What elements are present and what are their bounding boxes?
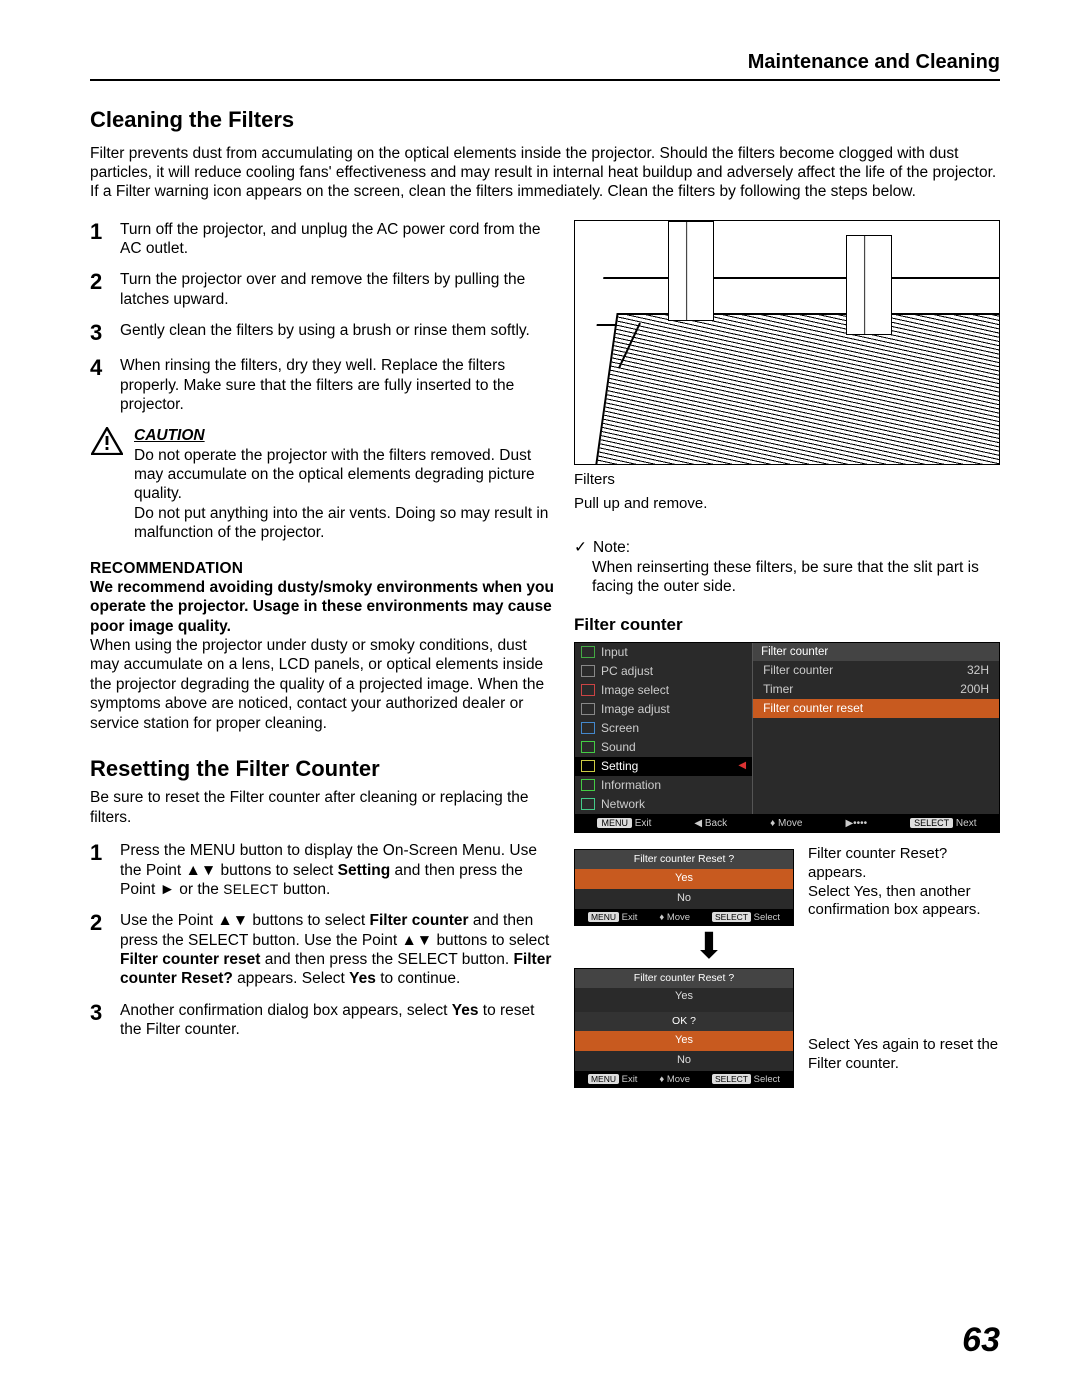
caution-text-2: Do not put anything into the air vents. … xyxy=(134,504,556,543)
osd-menu-image-select: Image select xyxy=(575,681,752,700)
note-block: ✓ Note: When reinserting these filters, … xyxy=(574,538,1000,596)
reset-step-2-num: 2 xyxy=(90,911,108,989)
step-4-num: 4 xyxy=(90,356,108,414)
caution-text-1: Do not operate the projector with the fi… xyxy=(134,446,556,504)
checkmark-icon: ✓ xyxy=(574,538,587,557)
dialog1-caption: Filter counter Reset? appears. Select Ye… xyxy=(808,845,1000,920)
osd-menu-setting: Setting◀ xyxy=(575,757,752,776)
reset-step-2: 2 Use the Point ▲▼ buttons to select Fil… xyxy=(90,911,556,989)
osd-item-timer: Timer200H xyxy=(753,680,999,699)
step-3-num: 3 xyxy=(90,321,108,344)
reset-step-1-text: Press the MENU button to display the On-… xyxy=(120,841,556,899)
caution-label: CAUTION xyxy=(134,426,556,445)
filter-illustration-1 xyxy=(668,221,714,321)
recommendation-bold: We recommend avoiding dusty/smoky enviro… xyxy=(90,578,556,636)
dialog2-yes-line: Yes xyxy=(575,988,793,1006)
osd-menu-screen: Screen xyxy=(575,719,752,738)
osd-menu-pc-adjust: PC adjust xyxy=(575,662,752,681)
step-4-text: When rinsing the filters, dry they well.… xyxy=(120,356,556,414)
recommendation-label: RECOMMENDATION xyxy=(90,559,556,578)
osd-selected-arrow-icon: ◀ xyxy=(738,760,746,773)
osd-menu-input: Input xyxy=(575,643,752,662)
reset-step-3: 3 Another confirmation dialog box appear… xyxy=(90,1001,556,1040)
dialog2-ok-title: OK ? xyxy=(575,1012,793,1031)
recommendation-text: When using the projector under dusty or … xyxy=(90,636,556,733)
figure-projector-filters xyxy=(574,220,1000,465)
dialog1-footer: MENU Exit ♦ Move SELECT Select xyxy=(574,910,794,926)
step-1-text: Turn off the projector, and unplug the A… xyxy=(120,220,556,259)
figure-caption-filters: Filters xyxy=(574,471,1000,490)
reset-intro: Be sure to reset the Filter counter afte… xyxy=(90,788,556,827)
reset-step-2-text: Use the Point ▲▼ buttons to select Filte… xyxy=(120,911,556,989)
step-3-text: Gently clean the filters by using a brus… xyxy=(120,321,556,344)
step-2-text: Turn the projector over and remove the f… xyxy=(120,270,556,309)
osd-item-filter-counter: Filter counter32H xyxy=(753,661,999,680)
dialog-filter-counter-reset-1: Filter counter Reset ? Yes No xyxy=(574,849,794,910)
caution-block: CAUTION Do not operate the projector wit… xyxy=(90,426,556,542)
dialog2-no: No xyxy=(575,1051,793,1071)
step-4: 4 When rinsing the filters, dry they wel… xyxy=(90,356,556,414)
step-2: 2 Turn the projector over and remove the… xyxy=(90,270,556,309)
step-1: 1 Turn off the projector, and unplug the… xyxy=(90,220,556,259)
breadcrumb: Maintenance and Cleaning xyxy=(90,50,1000,81)
dialog-filter-counter-reset-2: Filter counter Reset ? Yes OK ? Yes No xyxy=(574,968,794,1072)
warning-icon xyxy=(90,426,124,456)
dialog2-yes: Yes xyxy=(575,1031,793,1051)
cleaning-intro: Filter prevents dust from accumulating o… xyxy=(90,144,1000,202)
note-text: When reinserting these filters, be sure … xyxy=(574,558,1000,597)
step-3: 3 Gently clean the filters by using a br… xyxy=(90,321,556,344)
reset-step-1: 1 Press the MENU button to display the O… xyxy=(90,841,556,899)
osd-footer: MENU Exit ◀ Back ♦ Move ▶•••• SELECT Nex… xyxy=(574,815,1000,834)
reset-step-3-text: Another confirmation dialog box appears,… xyxy=(120,1001,556,1040)
arrow-down-icon: ⬇ xyxy=(624,932,794,961)
note-label: Note: xyxy=(593,538,630,557)
subhead-filter-counter: Filter counter xyxy=(574,614,1000,635)
osd-menu-image-adjust: Image adjust xyxy=(575,700,752,719)
step-2-num: 2 xyxy=(90,270,108,309)
step-1-num: 1 xyxy=(90,220,108,259)
osd-menu-network: Network xyxy=(575,795,752,814)
osd-screenshot-filter-counter: Input PC adjust Image select Image adjus… xyxy=(574,642,1000,834)
figure-caption-pull: Pull up and remove. xyxy=(574,495,1000,514)
page-number: 63 xyxy=(962,1319,1000,1362)
dialog1-yes: Yes xyxy=(575,869,793,889)
dialog2-caption: Select Yes again to reset the Filter cou… xyxy=(808,1036,1000,1074)
heading-cleaning-filters: Cleaning the Filters xyxy=(90,106,1000,134)
osd-menu-information: Information xyxy=(575,776,752,795)
osd-panel-title: Filter counter xyxy=(753,643,999,661)
dialog2-footer: MENU Exit ♦ Move SELECT Select xyxy=(574,1072,794,1088)
dialog2-title: Filter counter Reset ? xyxy=(575,969,793,988)
filter-illustration-2 xyxy=(846,235,892,335)
heading-resetting-filter-counter: Resetting the Filter Counter xyxy=(90,755,556,783)
osd-item-filter-counter-reset: Filter counter reset xyxy=(753,699,999,718)
osd-menu-sound: Sound xyxy=(575,738,752,757)
dialog1-title: Filter counter Reset ? xyxy=(575,850,793,869)
dialog1-no: No xyxy=(575,889,793,909)
reset-step-1-num: 1 xyxy=(90,841,108,899)
reset-step-3-num: 3 xyxy=(90,1001,108,1040)
